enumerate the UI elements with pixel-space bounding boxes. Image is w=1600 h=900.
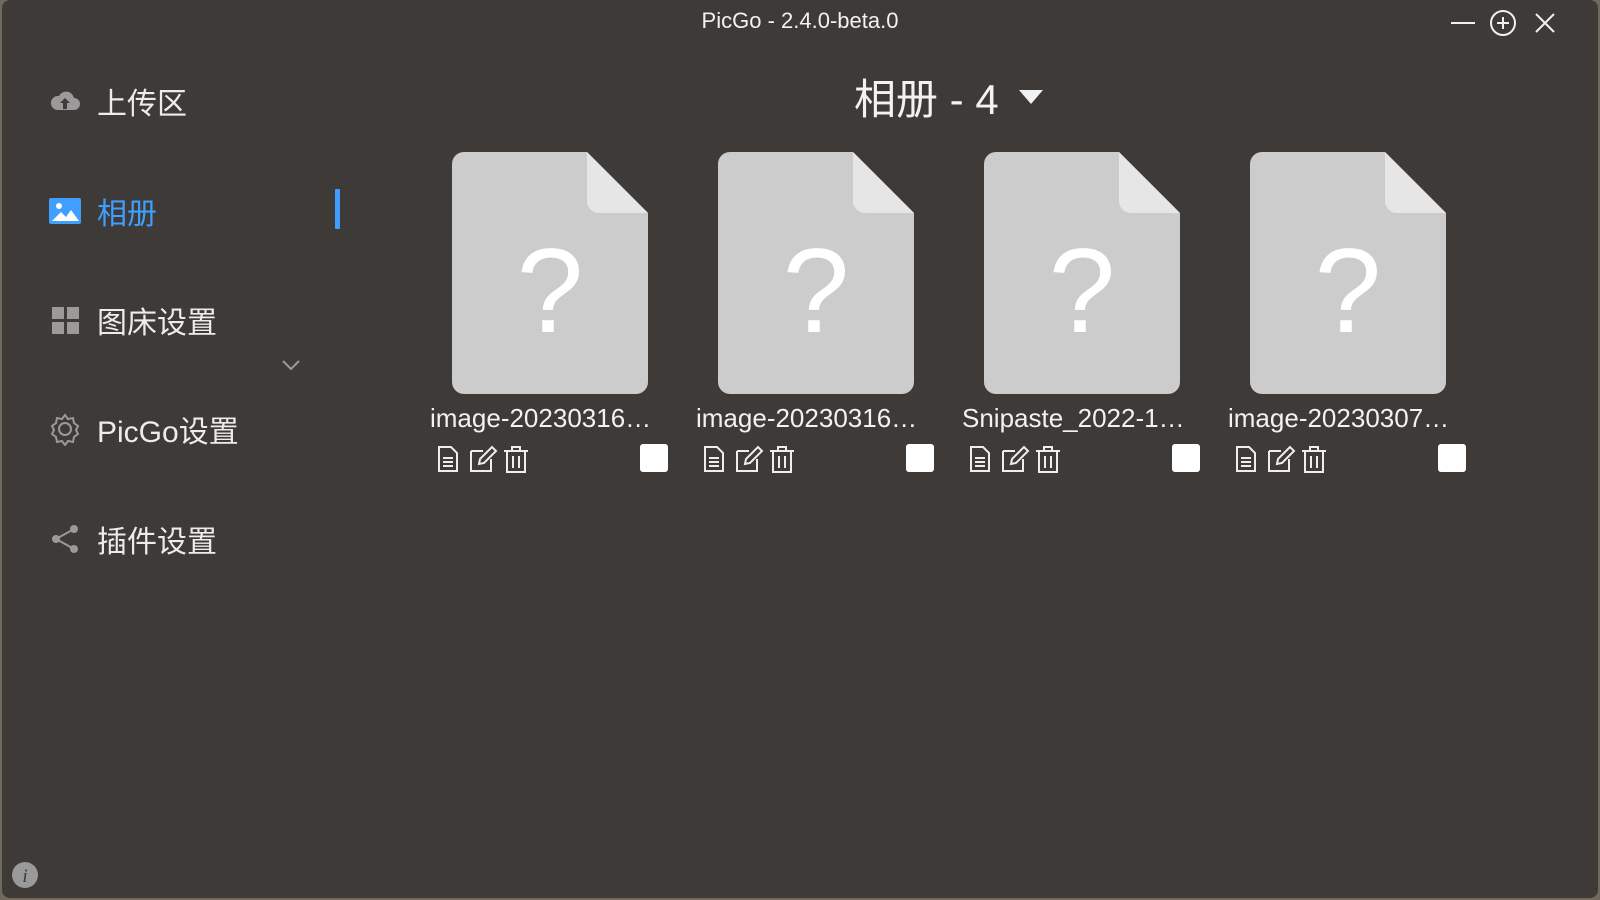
svg-text:i: i [22,866,27,887]
sidebar-item-plugin-settings[interactable]: 插件设置 [47,511,347,567]
sidebar-item-picbed-settings[interactable]: 图床设置 [47,292,347,348]
copy-link-button[interactable] [698,443,730,475]
caret-down-icon [1018,89,1043,104]
sidebar-item-label: 上传区 [97,88,187,121]
select-checkbox[interactable] [1438,444,1466,472]
unknown-file-icon[interactable]: ? [984,152,1180,394]
album-title: 相册 - 4 [854,76,999,123]
minus-icon [1451,22,1475,24]
cloud-upload-icon [47,83,83,119]
document-icon [438,446,458,472]
grid-icon [47,302,83,338]
file-name: image-20230307… [1228,403,1450,433]
delete-button[interactable] [1298,443,1330,475]
album-card: ? Snipaste_2022-1… [962,152,1202,482]
info-icon[interactable]: i [10,860,40,890]
edit-button[interactable] [998,443,1030,475]
delete-button[interactable] [1032,443,1064,475]
share-icon [47,521,83,557]
close-icon [1535,13,1555,33]
delete-button[interactable] [500,443,532,475]
active-indicator [335,189,340,229]
edit-icon [470,445,498,472]
sidebar-item-label: 相册 [97,198,157,231]
file-name: image-20230316… [696,403,918,433]
sidebar-item-album[interactable]: 相册 [47,183,347,239]
close-button[interactable] [1528,6,1562,40]
unknown-file-icon[interactable]: ? [1250,152,1446,394]
document-icon [1236,446,1256,472]
album-panel: 相册 - 4 ? image-20230316… ? image-2023031… [362,44,1598,898]
gear-icon [47,411,83,447]
album-card: ? image-20230316… [696,152,936,482]
edit-button[interactable] [466,443,498,475]
copy-link-button[interactable] [432,443,464,475]
delete-button[interactable] [766,443,798,475]
edit-icon [1002,445,1030,472]
unknown-file-icon[interactable]: ? [452,152,648,394]
chevron-down-icon[interactable] [280,357,302,373]
album-card: ? image-20230316… [430,152,670,482]
title-bar[interactable]: PicGo - 2.4.0-beta.0 [2,0,1598,44]
album-title-dropdown[interactable]: 相册 - 4 [854,66,1045,127]
select-checkbox[interactable] [1172,444,1200,472]
trash-icon [504,446,528,473]
minimize-button[interactable] [1445,6,1479,40]
edit-button[interactable] [1264,443,1296,475]
unknown-file-icon[interactable]: ? [718,152,914,394]
document-icon [970,446,990,472]
maximize-button[interactable] [1486,6,1520,40]
sidebar-item-picgo-settings[interactable]: PicGo设置 [47,401,347,457]
sidebar: 上传区 相册 图床设置 PicGo设置 插件设置 i [2,44,362,898]
edit-button[interactable] [732,443,764,475]
svg-text:?: ? [783,224,850,358]
svg-text:?: ? [1315,224,1382,358]
edit-icon [736,445,764,472]
file-name: image-20230316… [430,403,652,433]
plus-circle-icon [1490,10,1516,36]
window-title: PicGo - 2.4.0-beta.0 [701,8,899,33]
copy-link-button[interactable] [1230,443,1262,475]
trash-icon [1302,446,1326,473]
sidebar-item-upload[interactable]: 上传区 [47,73,347,129]
svg-text:?: ? [1049,224,1116,358]
sidebar-item-label: 图床设置 [97,307,217,340]
trash-icon [770,446,794,473]
trash-icon [1036,446,1060,473]
image-icon [47,193,83,229]
file-name: Snipaste_2022-1… [962,403,1185,433]
select-checkbox[interactable] [640,444,668,472]
sidebar-item-label: PicGo设置 [97,416,239,449]
copy-link-button[interactable] [964,443,996,475]
edit-icon [1268,445,1296,472]
album-card: ? image-20230307… [1228,152,1468,482]
app-window: PicGo - 2.4.0-beta.0 上传区 相册 图床设置 PicGo设置… [2,0,1598,898]
document-icon [704,446,724,472]
svg-text:?: ? [517,224,584,358]
sidebar-item-label: 插件设置 [97,526,217,559]
select-checkbox[interactable] [906,444,934,472]
